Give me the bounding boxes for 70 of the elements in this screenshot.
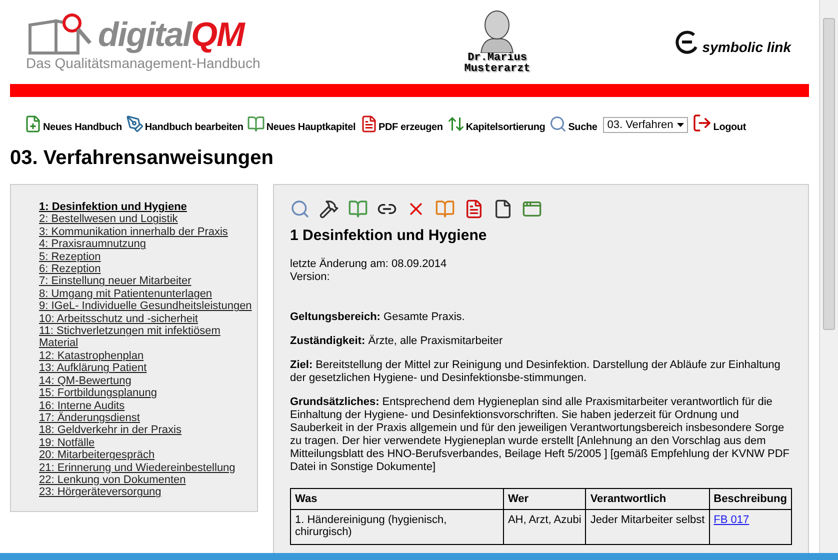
chapter-link[interactable]: 17: Änderungsdienst <box>39 412 255 424</box>
window-icon[interactable] <box>522 199 542 219</box>
logo-caption: Musterarzt <box>464 64 530 75</box>
column-header: Beschreibung <box>709 488 792 510</box>
toolbar-link[interactable]: PDF erzeugen <box>360 115 443 133</box>
toolbar-link[interactable]: Neues Handbuch <box>24 115 122 133</box>
book-icon[interactable] <box>435 199 455 219</box>
partner-logo-icon <box>674 29 700 55</box>
logout-icon <box>692 113 712 133</box>
tools-icon[interactable] <box>319 199 339 219</box>
book-icon <box>247 115 266 133</box>
column-header: Was <box>290 488 504 510</box>
chapter-link[interactable]: 9: IGeL- Individuelle Gesundheitsleistungen <box>39 300 255 313</box>
chapter-link[interactable]: 10: Arbeitsschutz und -sicherheit <box>39 312 255 326</box>
document-paragraph: Ziel: Bereitstellung der Mittel zur Reinigung und Desinfektion. Darstellung der Abläufe zur Einhaltung der gesetzlichen Hygiene- und Desinfektionsbe-stimmungen. <box>290 359 782 385</box>
page-title: 03. Verfahrensanweisungen <box>10 147 274 170</box>
chapter-link[interactable]: 18: Geldverkehr in der Praxis <box>39 424 255 437</box>
logout-link[interactable]: Logout <box>692 113 746 133</box>
chapter-link[interactable]: 22: Lenkung von Dokumenten <box>39 474 255 486</box>
toolbar-link[interactable]: Handbuch bearbeiten <box>126 115 244 133</box>
sort-icon <box>446 115 465 133</box>
chapter-link[interactable]: 15: Fortbildungsplanung <box>39 387 255 400</box>
chapter-link[interactable]: 2: Bestellwesen und Logistik <box>39 213 255 226</box>
chapter-link[interactable]: 21: Erinnerung und Wiedereinbestellung <box>39 462 255 474</box>
chapter-link[interactable]: 12: Katastrophenplan <box>39 350 255 362</box>
chapter-link[interactable]: 19: Notfälle <box>39 436 255 450</box>
add-icon <box>24 115 42 133</box>
table-cell: Jeder Mitarbeiter selbst <box>586 510 710 544</box>
pdf-icon[interactable] <box>464 199 484 219</box>
chapter-link[interactable]: 1: Desinfektion und Hygiene <box>39 201 255 214</box>
chapter-link[interactable]: 3: Kommunikation innerhalb der Praxis <box>39 226 255 238</box>
toolbar-link[interactable]: Neues Hauptkapitel <box>247 115 356 133</box>
caret-icon <box>677 123 684 127</box>
toolbar-link[interactable]: Suche <box>549 115 598 133</box>
form-link[interactable]: FB 017 <box>714 514 750 526</box>
edit-icon <box>126 115 144 133</box>
pdf-icon <box>360 115 378 133</box>
chapter-select[interactable]: 03. Verfahren <box>603 117 688 133</box>
chapter-link[interactable]: 8: Umgang mit Patientenunterlagen <box>39 288 255 300</box>
chapter-link[interactable]: 4: Praxisraumnutzung <box>39 238 255 251</box>
document-paragraph: Grundsätzliches: Entsprechend dem Hygieneplan sind alle Praxismitarbeiter verantwortlich für die Einhaltung der Hygiene- und Desinfektionsvorschriften. Sie haben jederzeit für Ordnung und Sauberkeit in der Praxis allgemein und für den jeweiligen Verantwortungsbereich insbesondere Sorge zu tragen. Der hier verwendete Hygieneplan wurde erstellt [Anlehnung an den Vorschlag aus dem Mitteilungsblatt des HNO-Berufsverbandes, Beilage Heft 5/2005 ] [gemäß Empfehlung der KVNW PDF Datei in Sonstige Dokumente] <box>290 396 791 474</box>
toolbar-link[interactable]: Kapitelsortierung <box>446 115 546 133</box>
chapter-link[interactable]: 16: Interne Audits <box>39 400 255 412</box>
logo-subtitle: Das Qualitätsmanagement-Handbuch <box>26 55 260 71</box>
chapter-link[interactable]: 6: Rezeption <box>39 263 255 276</box>
column-header: Verantwortlich <box>586 488 710 510</box>
document-paragraph: Geltungsbereich: Gesamte Praxis. <box>290 311 466 324</box>
chapter-link[interactable]: 13: Aufklärung Patient <box>39 362 255 375</box>
logo-caption: Dr.Marius <box>468 53 527 64</box>
document-meta: Version: <box>290 271 331 284</box>
document-title: 1 Desinfektion und Hygiene <box>290 227 488 244</box>
book-magnifier-icon <box>26 13 92 57</box>
chapter-link[interactable]: 11: Stichverletzungen mit infektiösem Material <box>39 325 255 350</box>
chapter-link[interactable]: 5: Rezeption <box>39 250 255 264</box>
column-header: Wer <box>503 488 586 510</box>
search-icon <box>549 115 568 133</box>
book-icon[interactable] <box>348 199 368 219</box>
document-paragraph: Zuständigkeit: Ärzte, alle Praxismitarbeiter <box>290 335 504 348</box>
chapter-link[interactable]: 14: QM-Bewertung <box>39 374 255 388</box>
logo-brand: digitalQM <box>98 16 244 54</box>
chapter-link[interactable]: 20: Mitarbeitergespräch <box>39 449 255 462</box>
document-icon[interactable] <box>493 199 513 219</box>
table-cell: 1. Händereinigung (hygienisch, chirurgisch) <box>290 510 504 544</box>
partner-logo-text: symbolic link <box>702 39 791 55</box>
chapter-link[interactable]: 7: Einstellung neuer Mitarbeiter <box>39 275 255 288</box>
table-cell: AH, Arzt, Azubi <box>503 510 586 544</box>
search-icon[interactable] <box>290 199 310 219</box>
chapter-link[interactable]: 23: Hörgeräteversorgung <box>39 486 255 499</box>
document-meta: letzte Änderung am: 08.09.2014 <box>290 258 448 271</box>
scrollbar[interactable] <box>819 0 838 553</box>
